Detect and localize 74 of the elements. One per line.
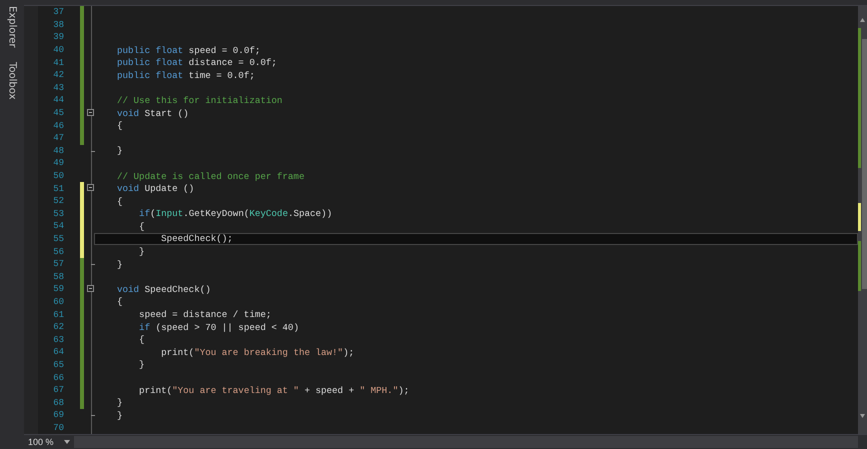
code-line: { (138, 220, 145, 232)
line-number: 54 (52, 221, 65, 232)
side-tab[interactable]: Toolbox (6, 60, 18, 102)
line-number: 67 (52, 385, 65, 396)
line-number: 38 (52, 20, 65, 30)
line-number: 64 (52, 347, 65, 358)
scroll-up-icon[interactable] (860, 18, 865, 22)
line-number: 58 (52, 272, 65, 282)
code-line: { (138, 334, 145, 346)
line-number: 66 (52, 372, 65, 383)
code-line: if (speed > 70 || speed < 40) (138, 322, 299, 333)
code-line: print("You are breaking the law!"); (160, 346, 354, 358)
caret-icon (64, 440, 70, 444)
line-number: 53 (52, 208, 65, 219)
code-line: void Start () (117, 108, 189, 119)
change-marker (858, 241, 861, 291)
line-number: 48 (52, 146, 65, 156)
line-number: 42 (52, 70, 65, 80)
code-line: public float time = 0.0f; (117, 70, 255, 81)
fold-end-mark (91, 415, 95, 416)
collapse-icon[interactable] (87, 285, 94, 292)
line-number: 47 (52, 133, 65, 144)
line-number: 68 (52, 398, 65, 408)
code-line: public float speed = 0.0f; (117, 44, 260, 56)
line-number: 55 (52, 234, 65, 244)
line-number: 56 (52, 246, 65, 257)
line-number: 37 (52, 7, 65, 18)
code-line: void SpeedCheck() (117, 284, 211, 295)
line-number: 70 (52, 422, 65, 433)
code-line: SpeedCheck(); (160, 233, 233, 244)
code-line: { (117, 196, 123, 207)
code-line: } (138, 359, 145, 370)
code-line: public float distance = 0.0f; (117, 57, 277, 68)
side-tab[interactable]: Explorer (6, 4, 18, 50)
code-line: if(Input.GetKeyDown(KeyCode.Space)) (138, 208, 332, 220)
line-number: 44 (52, 95, 65, 106)
line-number: 61 (52, 310, 65, 320)
line-number: 65 (52, 360, 65, 370)
code-line: } (117, 145, 123, 156)
fold-end-mark (91, 150, 95, 152)
code-line: } (117, 258, 123, 270)
line-number: 39 (52, 32, 65, 42)
line-number: 45 (52, 108, 65, 118)
code-line: } (117, 410, 123, 421)
line-number: 49 (52, 158, 65, 168)
line-number: 52 (52, 196, 65, 206)
code-line: { (117, 120, 123, 132)
code-line: speed = distance / time; (138, 309, 272, 320)
code-line: } (117, 397, 123, 408)
line-number: 43 (52, 82, 65, 93)
collapse-icon[interactable] (87, 108, 94, 116)
line-number: 46 (52, 120, 65, 131)
line-number: 50 (52, 171, 65, 182)
code-line: // Update is called once per frame (117, 170, 304, 182)
line-number: 69 (52, 410, 65, 420)
change-marker (858, 203, 861, 231)
code-line: // Use this for initialization (117, 94, 282, 106)
line-number: 59 (52, 284, 65, 294)
line-number: 60 (52, 296, 65, 307)
code-line: print("You are traveling at " + speed + " MPH."); (138, 384, 410, 396)
line-number: 57 (52, 259, 65, 270)
vertical-scrollbar[interactable] (858, 6, 867, 434)
code-line: void Update () (117, 183, 194, 194)
scroll-down-icon[interactable] (860, 414, 865, 418)
line-number: 51 (52, 184, 65, 194)
collapse-icon[interactable] (87, 184, 94, 192)
fold-end-mark (91, 264, 95, 265)
code-line: } (138, 246, 145, 258)
line-number: 41 (52, 58, 65, 68)
line-number: 40 (52, 45, 65, 56)
line-number: 62 (52, 322, 65, 332)
scroll-thumb[interactable] (862, 39, 867, 289)
line-number: 63 (52, 334, 65, 345)
code-line: { (117, 296, 123, 308)
